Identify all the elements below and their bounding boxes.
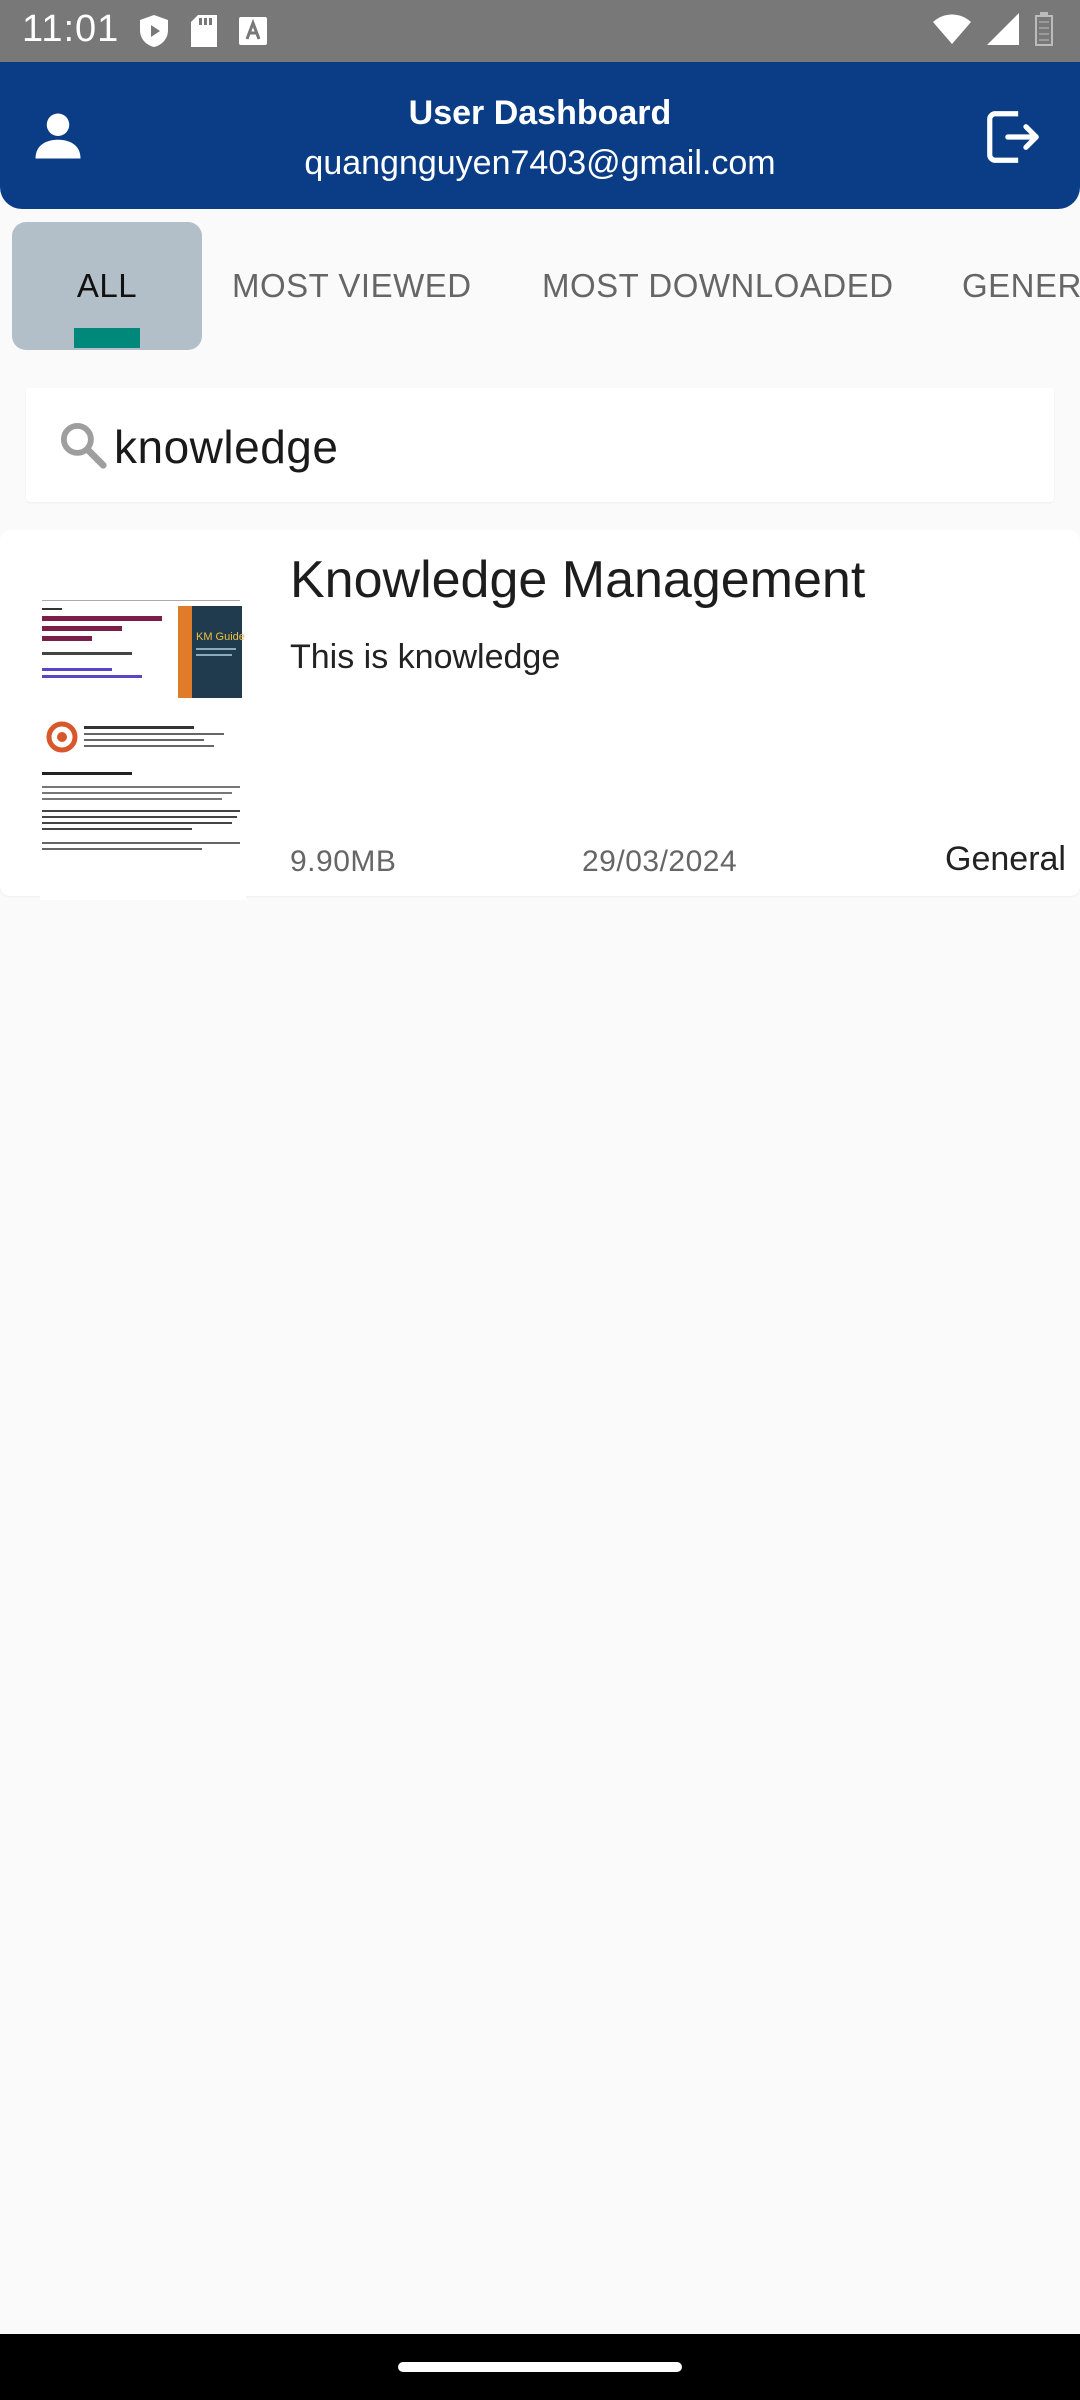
document-thumbnail: KM Guide [40,600,246,900]
tab-most-downloaded[interactable]: MOST DOWNLOADED [542,222,894,350]
logout-icon[interactable] [982,106,1044,168]
tab-label: MOST DOWNLOADED [542,267,894,304]
tab-label: MOST VIEWED [232,267,472,304]
tab-most-viewed[interactable]: MOST VIEWED [232,222,472,350]
user-email: quangnguyen7403@gmail.com [304,144,776,182]
status-time: 11:01 [22,8,120,50]
wifi-icon [933,14,971,44]
document-date: 29/03/2024 [582,845,738,878]
tab-label: ALL [76,267,138,304]
tab-label: GENER [962,267,1080,304]
search-input[interactable]: knowledge [26,388,1054,502]
document-title: Knowledge Management [290,551,866,609]
document-description: This is knowledge [290,638,561,676]
page-title: User Dashboard [408,94,672,132]
system-nav-bar [0,2334,1080,2400]
tab-indicator [74,328,140,348]
signal-icon [987,13,1019,45]
search-value: knowledge [114,421,339,473]
shield-icon [140,15,168,47]
sd-card-icon [191,15,217,47]
status-bar: 11:01 [0,0,1080,62]
document-thumbnail-image: KM Guide [42,600,245,850]
battery-icon [1035,12,1053,46]
search-icon [60,422,107,469]
document-category: General [945,840,1066,878]
document-card[interactable]: KM Guide Knowledge Management This is kn… [0,530,1080,900]
category-tabs: ALL MOST VIEWED MOST DOWNLOADED GENER [0,222,1080,350]
document-size: 9.90MB [290,845,397,878]
thumbnail-cover-text: KM Guide [196,631,245,643]
app-bar: User Dashboard quangnguyen7403@gmail.com [0,62,1080,209]
home-gesture-handle[interactable] [398,2362,682,2372]
tab-general[interactable]: GENER [962,222,1080,350]
font-icon [239,17,267,45]
